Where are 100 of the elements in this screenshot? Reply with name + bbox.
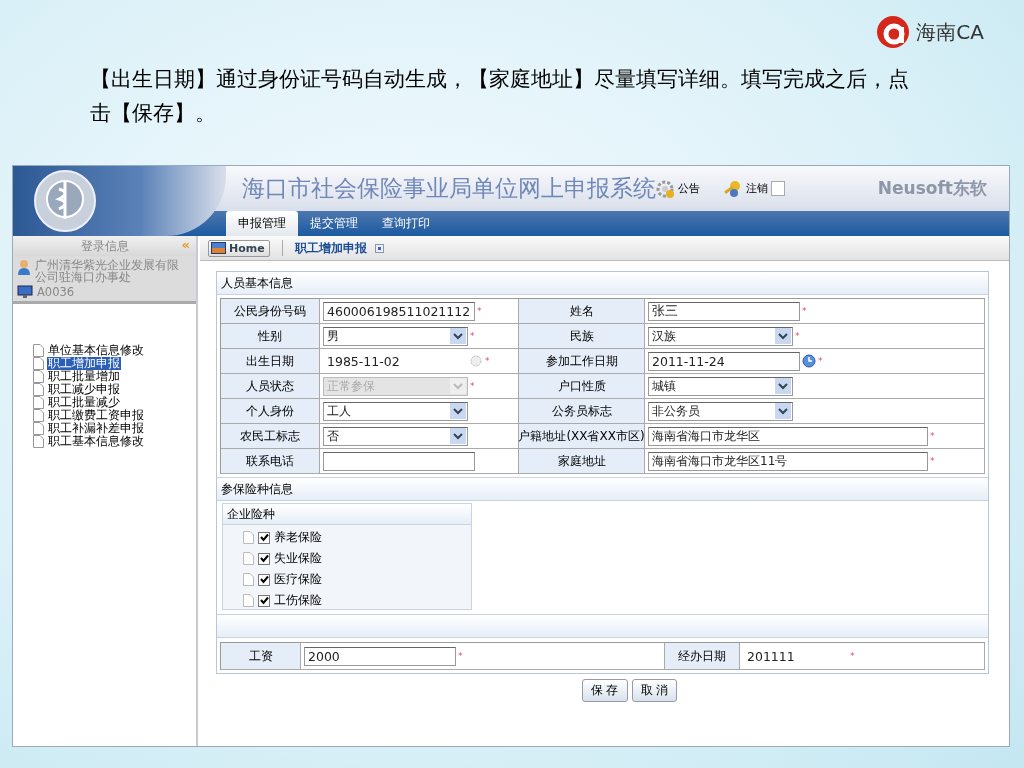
field-label: 人员状态 — [246, 377, 294, 395]
menu-item[interactable]: 职工补漏补差申报 — [47, 422, 145, 435]
required-mark: * — [485, 356, 490, 366]
document-icon — [33, 383, 44, 396]
user-code: A0036 — [37, 285, 75, 298]
check-icon — [259, 554, 269, 563]
user-icon — [17, 259, 31, 275]
input-field[interactable]: 海南省海口市龙华区 — [648, 426, 928, 446]
select-field[interactable]: 否 — [323, 426, 468, 446]
close-tab-icon[interactable] — [374, 243, 384, 253]
field-label: 农民工标志 — [240, 427, 300, 445]
checkbox[interactable] — [258, 594, 270, 607]
field-label: 工资 — [248, 647, 273, 665]
checkbox-label: 失业保险 — [274, 550, 322, 567]
input-field[interactable]: 460006198511021112 — [323, 301, 475, 321]
field-value: 2011-11-24 — [652, 353, 725, 369]
menu-item[interactable]: 单位基本信息修改 — [47, 344, 145, 357]
required-mark: * — [470, 331, 475, 341]
nav-tab[interactable]: 提交管理 — [298, 211, 370, 236]
field-label: 公务员标志 — [551, 402, 612, 420]
notice-link[interactable]: 公告 — [678, 181, 700, 196]
menu-item[interactable]: 职工基本信息修改 — [47, 435, 145, 448]
document-icon — [243, 573, 254, 586]
system-title: 海口市社会保险事业局单位网上申报系统 — [242, 174, 656, 203]
select-field[interactable]: 城镇 — [648, 376, 793, 396]
menu-item[interactable]: 职工增加申报 — [47, 357, 121, 370]
check-icon — [259, 596, 269, 605]
required-mark: * — [850, 651, 855, 661]
field-label: 户籍地址(XX省XX市区) — [518, 427, 645, 445]
document-icon — [33, 422, 44, 435]
field-label: 参加工作日期 — [545, 352, 618, 370]
field-label: 个人身份 — [246, 402, 294, 420]
nav-tab[interactable]: 查询打印 — [370, 211, 442, 236]
document-icon — [33, 396, 44, 409]
input-field[interactable]: 海南省海口市龙华区11号 — [648, 451, 928, 471]
instruction-text: 【出生日期】通过身份证号码自动生成，【家庭地址】尽量填写详细。填写完成之后，点击【保存】。 — [90, 66, 910, 127]
required-mark: * — [458, 651, 463, 661]
input-field[interactable]: 2000 — [304, 646, 456, 666]
checkbox-label: 养老保险 — [274, 529, 322, 546]
field-label: 性别 — [258, 327, 282, 345]
field-value: 1985-11-02 — [327, 353, 400, 369]
document-icon — [243, 552, 254, 565]
select-field[interactable]: 男 — [323, 326, 468, 346]
vendor-logo: Neusoft东软 — [877, 177, 987, 200]
select-field[interactable]: 非公务员 — [648, 401, 793, 421]
input-field[interactable] — [323, 451, 475, 471]
brand-name: 海南CA — [916, 18, 984, 46]
checkbox[interactable] — [258, 531, 270, 544]
menu-item[interactable]: 职工批量减少 — [47, 396, 121, 409]
field-value: 工人 — [327, 402, 351, 420]
panel-heading: 登录信息 — [80, 237, 129, 255]
checkbox-label: 医疗保险 — [274, 571, 322, 588]
required-mark: * — [818, 356, 823, 366]
required-mark: * — [930, 431, 935, 441]
field-label: 民族 — [569, 327, 594, 345]
checkbox[interactable] — [258, 573, 270, 586]
organization-name: 广州清华紫光企业发展有限公司驻海口办事处 — [35, 259, 180, 283]
required-mark: * — [930, 456, 935, 466]
checkbox-label: 工伤保险 — [274, 592, 322, 609]
section-heading: 人员基本信息 — [217, 272, 988, 295]
logout-link[interactable]: 注销 — [746, 181, 768, 196]
input-field[interactable]: 张三 — [648, 301, 800, 321]
computer-icon — [17, 285, 33, 298]
emblem-icon — [33, 169, 97, 233]
field-label: 户口性质 — [557, 377, 606, 395]
field-value: 否 — [327, 427, 339, 445]
logo-icon — [876, 15, 911, 49]
action-button[interactable]: 取 消 — [631, 679, 678, 702]
field-value: 男 — [327, 327, 339, 345]
required-mark: * — [477, 306, 482, 316]
field-label: 公民身份号码 — [234, 302, 306, 320]
date-field[interactable]: 2011-11-24 — [648, 351, 800, 371]
document-icon — [33, 409, 44, 422]
select-field[interactable]: 汉族 — [648, 326, 793, 346]
menu-item[interactable]: 职工缴费工资申报 — [47, 409, 145, 422]
document-icon — [33, 435, 44, 448]
menu-item[interactable]: 职工批量增加 — [47, 370, 121, 383]
document-icon — [33, 344, 44, 357]
required-mark: * — [470, 381, 475, 391]
required-mark: * — [802, 306, 807, 316]
required-mark: * — [795, 331, 800, 341]
home-button[interactable]: Home — [208, 239, 270, 257]
select-field[interactable]: 工人 — [323, 401, 468, 421]
field-value: 城镇 — [652, 377, 676, 395]
field-label: 经办日期 — [678, 647, 726, 665]
key-icon[interactable] — [722, 179, 742, 198]
document-icon — [33, 370, 44, 383]
checkbox[interactable] — [258, 552, 270, 565]
field-label: 家庭地址 — [557, 452, 606, 470]
page-tab[interactable]: 职工增加申报 — [294, 239, 367, 257]
menu-item[interactable]: 职工减少申报 — [47, 383, 121, 396]
field-label: 出生日期 — [246, 352, 294, 370]
nav-tab[interactable]: 申报管理 — [226, 211, 298, 236]
field-label: 联系电话 — [246, 452, 294, 470]
check-icon — [259, 575, 269, 584]
document-icon — [243, 594, 254, 607]
action-button[interactable]: 保 存 — [581, 679, 628, 702]
clock-icon[interactable] — [802, 354, 816, 368]
field-value: 非公务员 — [652, 402, 700, 420]
image-icon — [211, 242, 226, 254]
